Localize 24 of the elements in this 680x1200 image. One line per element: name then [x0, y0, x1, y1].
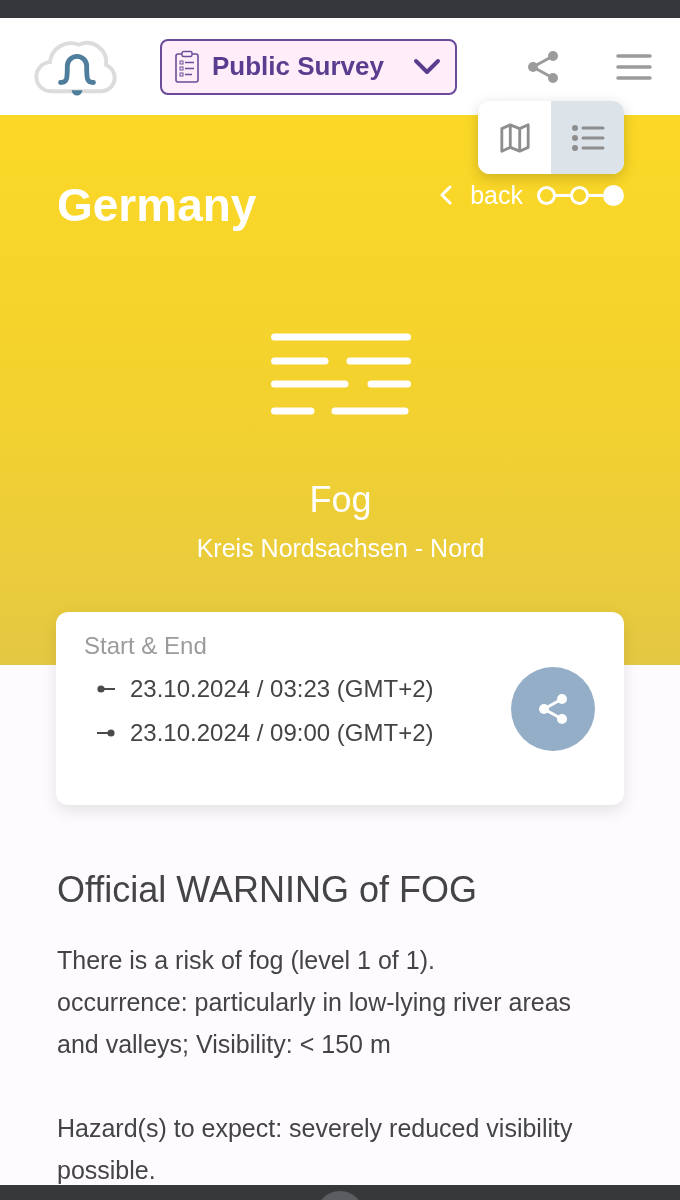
map-icon	[497, 121, 532, 154]
chevron-down-icon	[413, 57, 441, 76]
share-icon	[526, 49, 560, 84]
date-time-text: 23.10.2024 / 09:00 (GMT+2)	[130, 719, 434, 747]
warning-heading: Official WARNING of FOG	[57, 868, 479, 912]
country-title: Germany	[57, 178, 257, 233]
date-time-text: 23.10.2024 / 03:23 (GMT+2)	[130, 675, 434, 703]
menu-button[interactable]	[616, 52, 652, 81]
end-marker-icon	[97, 729, 115, 737]
map-view-button[interactable]	[478, 101, 551, 174]
list-view-button[interactable]	[551, 101, 624, 174]
warning-description: Hazard(s) to expect: severely reduced visibility possible.	[57, 1113, 574, 1185]
chevron-left-icon	[440, 185, 453, 205]
warning-area: Kreis Nordsachsen - Nord	[196, 533, 485, 563]
survey-dropdown[interactable]: Public Survey	[160, 38, 457, 95]
start-marker-icon	[97, 685, 115, 693]
menu-icon	[616, 52, 652, 81]
warning-event: Fog	[309, 478, 372, 522]
share-button[interactable]	[526, 49, 560, 84]
warning-description: There is a risk of fog (level 1 of 1). occurrence: particularly in low-lying river areas and valleys; Visibility: < 150 m	[57, 945, 573, 1060]
clipboard-icon	[174, 49, 200, 84]
fog-icon	[269, 333, 412, 417]
share-icon	[536, 691, 570, 726]
card-heading: Start & End	[84, 632, 208, 660]
